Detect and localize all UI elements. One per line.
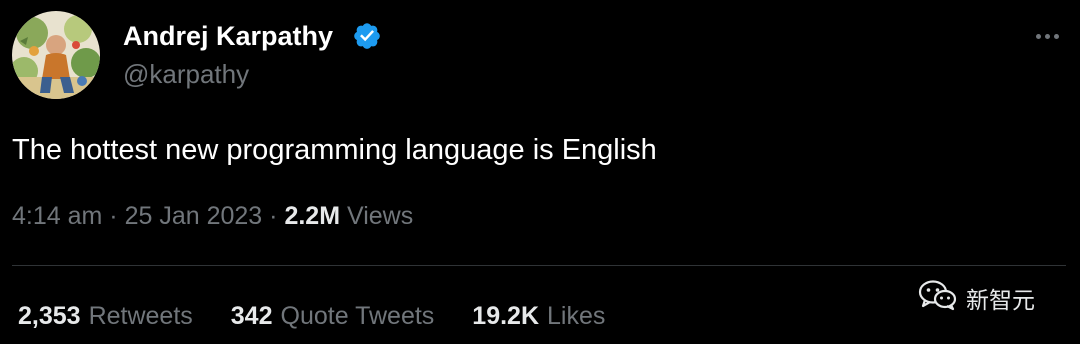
likes-label: Likes bbox=[547, 302, 606, 330]
engagement-stats: 2,353 Retweets 342 Quote Tweets 19.2K Likes bbox=[18, 298, 643, 334]
divider bbox=[12, 265, 1066, 266]
author-display-name[interactable]: Andrej Karpathy bbox=[123, 18, 333, 54]
quote-tweets-label: Quote Tweets bbox=[280, 302, 435, 330]
tweet-text: The hottest new programming language is … bbox=[12, 134, 657, 166]
retweets-stat[interactable]: 2,353 Retweets bbox=[18, 298, 193, 334]
retweets-count: 2,353 bbox=[18, 302, 81, 330]
wechat-icon bbox=[918, 279, 958, 317]
watermark-text: 新智元 bbox=[966, 288, 1035, 314]
quote-tweets-count: 342 bbox=[230, 302, 273, 330]
tweet-metadata: 4:14 am · 25 Jan 2023 · 2.2M Views bbox=[12, 198, 413, 234]
meta-separator: · bbox=[109, 202, 125, 230]
author-handle[interactable]: @karpathy bbox=[123, 56, 249, 92]
views-count: 2.2M bbox=[284, 202, 341, 230]
retweets-label: Retweets bbox=[88, 302, 193, 330]
views-label: Views bbox=[346, 202, 414, 230]
likes-stat[interactable]: 19.2K Likes bbox=[472, 298, 605, 334]
quote-tweets-stat[interactable]: 342 Quote Tweets bbox=[231, 298, 435, 334]
watermark: 新智元 bbox=[918, 279, 1035, 317]
tweet-time[interactable]: 4:14 am bbox=[12, 202, 102, 230]
more-horizontal-icon[interactable] bbox=[1030, 22, 1064, 50]
avatar-illustration bbox=[12, 11, 100, 99]
meta-separator: · bbox=[269, 202, 285, 230]
avatar[interactable] bbox=[12, 11, 100, 99]
likes-count: 19.2K bbox=[472, 302, 540, 330]
verified-badge-icon bbox=[352, 21, 382, 51]
tweet-date[interactable]: 25 Jan 2023 bbox=[125, 202, 263, 230]
